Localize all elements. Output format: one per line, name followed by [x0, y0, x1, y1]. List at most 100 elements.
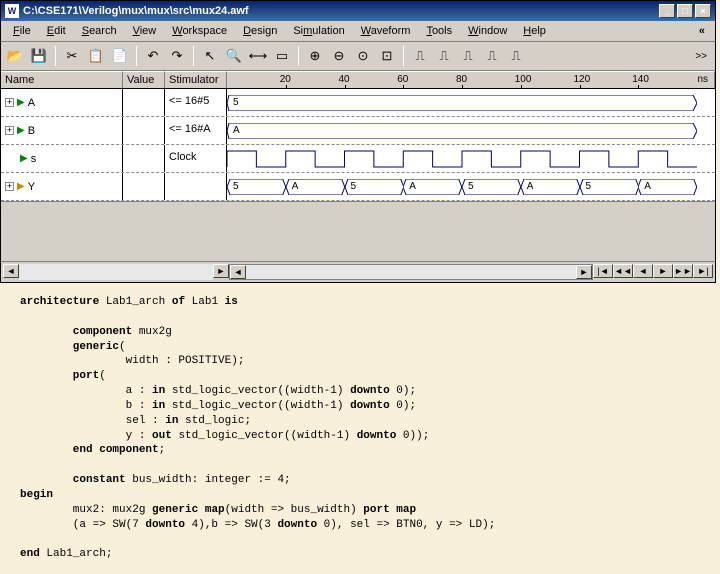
menu-workspace[interactable]: Workspace [164, 23, 235, 39]
signal-plot[interactable]: A [227, 117, 715, 144]
nav-button[interactable]: ►| [693, 264, 713, 278]
toolbar: 📂 💾 ✂ 📋 📄 ↶ ↷ ↖ 🔍 ⟷ ▭ ⊕ ⊖ ⊙ ⊡ ⎍ ⎍ ⎍ ⎍ ⎍ … [1, 42, 715, 71]
expand-icon[interactable]: + [5, 182, 14, 191]
tick-label: 120 [574, 74, 591, 85]
menu-search[interactable]: Search [74, 23, 125, 39]
signal-value [123, 145, 165, 172]
signal-name[interactable]: +▶Y [1, 173, 123, 200]
bus-label: A [233, 125, 240, 136]
signal-stimulator[interactable]: <= 16#5 [165, 89, 227, 116]
bus-label: 5 [233, 181, 239, 192]
signal-name[interactable]: ▶s [1, 145, 123, 172]
signal-name[interactable]: +▶B [1, 117, 123, 144]
cut-icon[interactable]: ✂ [61, 45, 83, 67]
menu-edit[interactable]: Edit [39, 23, 74, 39]
nav-button[interactable]: ►► [673, 264, 693, 278]
scroll-right-icon[interactable]: ► [576, 265, 592, 279]
time-unit: ns [695, 74, 710, 85]
zoom-icon[interactable]: 🔍 [223, 45, 245, 67]
save-icon[interactable]: 💾 [28, 45, 50, 67]
tick-label: 140 [632, 74, 649, 85]
direction-icon: ▶ [17, 125, 25, 136]
minimize-button[interactable]: _ [659, 4, 675, 18]
menu-simulation[interactable]: Simulation [285, 23, 352, 39]
wave-tool5-icon[interactable]: ⎍ [505, 45, 527, 67]
signal-name[interactable]: +▶A [1, 89, 123, 116]
hscroll-right-icon[interactable]: ► [213, 264, 229, 278]
timeline-scrollbar[interactable]: ◄ ► [229, 264, 593, 280]
close-button[interactable]: × [695, 4, 711, 18]
header-timeline: ns 20406080100120140 [227, 71, 715, 88]
code-block: architecture Lab1_arch of Lab1 is compon… [0, 283, 720, 574]
maximize-button[interactable]: □ [677, 4, 693, 18]
toolbar-overflow-icon[interactable]: >> [690, 45, 712, 67]
waveform-area: +▶A<= 16#55+▶B<= 16#AA▶sClock+▶Y5A5A5A5A [1, 89, 715, 201]
zoom-fit-icon[interactable]: ⊙ [352, 45, 374, 67]
bus-label: 5 [468, 181, 474, 192]
expand-icon[interactable]: + [5, 98, 14, 107]
nav-button[interactable]: ► [653, 264, 673, 278]
header-value[interactable]: Value [123, 71, 165, 88]
bus-label: 5 [351, 181, 357, 192]
zoom-region-icon[interactable]: ⊡ [376, 45, 398, 67]
wave-tool3-icon[interactable]: ⎍ [457, 45, 479, 67]
tick-label: 20 [280, 74, 291, 85]
menu-tools[interactable]: Tools [418, 23, 460, 39]
wave-tool1-icon[interactable]: ⎍ [409, 45, 431, 67]
open-icon[interactable]: 📂 [4, 45, 26, 67]
menu-waveform[interactable]: Waveform [353, 23, 419, 39]
expand-icon[interactable]: + [5, 126, 14, 135]
signal-stimulator[interactable]: Clock [165, 145, 227, 172]
header-stimulator[interactable]: Stimulator [165, 71, 227, 88]
signal-stimulator[interactable]: <= 16#A [165, 117, 227, 144]
signal-stimulator[interactable] [165, 173, 227, 200]
bus-label: 5 [586, 181, 592, 192]
tick-label: 60 [397, 74, 408, 85]
hscroll-left-icon[interactable]: ◄ [3, 264, 19, 278]
wave-tool4-icon[interactable]: ⎍ [481, 45, 503, 67]
undo-icon[interactable]: ↶ [142, 45, 164, 67]
scroll-left-icon[interactable]: ◄ [230, 265, 246, 279]
menu-window[interactable]: Window [460, 23, 515, 39]
bus-label: 5 [233, 97, 239, 108]
copy-icon[interactable]: 📋 [85, 45, 107, 67]
menu-help[interactable]: Help [515, 23, 554, 39]
direction-icon: ▶ [20, 153, 28, 164]
cursor-icon[interactable]: ↖ [199, 45, 221, 67]
app-window: W C:\CSE171\Verilog\mux\mux\src\mux24.aw… [0, 0, 716, 283]
menu-design[interactable]: Design [235, 23, 285, 39]
zoom-out-icon[interactable]: ⊖ [328, 45, 350, 67]
header-name[interactable]: Name [1, 71, 123, 88]
signal-row-s: ▶s Clock [1, 145, 715, 173]
nav-buttons: |◄◄◄◄►►►►| [593, 264, 713, 280]
signal-value [123, 173, 165, 200]
bus-label: A [409, 181, 416, 192]
direction-icon: ▶ [17, 181, 25, 192]
menu-file[interactable]: File [5, 23, 39, 39]
paste-icon[interactable]: 📄 [109, 45, 131, 67]
menu-collapse-icon[interactable]: « [693, 23, 711, 39]
wave-tool2-icon[interactable]: ⎍ [433, 45, 455, 67]
signal-value [123, 117, 165, 144]
column-headers: Name Value Stimulator ns 204060801001201… [1, 71, 715, 89]
zoom-in-icon[interactable]: ⊕ [304, 45, 326, 67]
bottom-bar: ◄ ► ◄ ► |◄◄◄◄►►►►| [1, 261, 715, 282]
signal-row-B: +▶B <= 16#A A [1, 117, 715, 145]
bus-label: A [292, 181, 299, 192]
signal-plot[interactable]: 5 [227, 89, 715, 116]
measure-icon[interactable]: ⟷ [247, 45, 269, 67]
nav-button[interactable]: |◄ [593, 264, 613, 278]
direction-icon: ▶ [17, 97, 25, 108]
tick-label: 80 [456, 74, 467, 85]
signal-plot[interactable] [227, 145, 715, 172]
app-icon: W [5, 4, 19, 18]
signal-plot[interactable]: 5A5A5A5A [227, 173, 715, 200]
bus-label: A [644, 181, 651, 192]
tick-label: 40 [339, 74, 350, 85]
menu-view[interactable]: View [125, 23, 165, 39]
nav-button[interactable]: ◄◄ [613, 264, 633, 278]
select-icon[interactable]: ▭ [271, 45, 293, 67]
redo-icon[interactable]: ↷ [166, 45, 188, 67]
nav-button[interactable]: ◄ [633, 264, 653, 278]
titlebar: W C:\CSE171\Verilog\mux\mux\src\mux24.aw… [1, 1, 715, 21]
